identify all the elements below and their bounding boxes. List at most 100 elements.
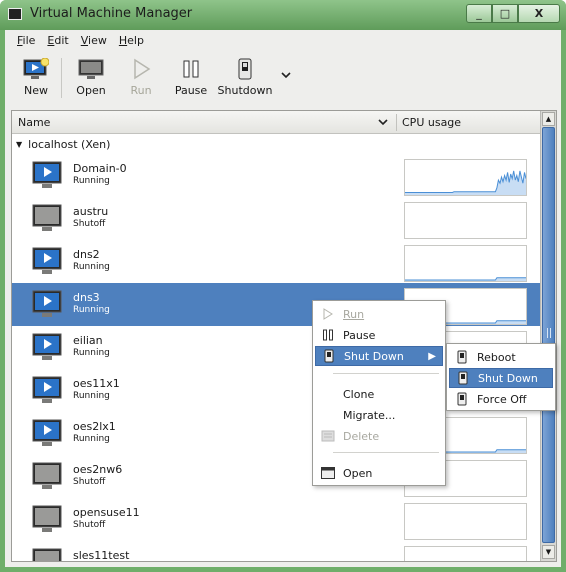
cpu-usage-graph [404,503,527,540]
vm-name: austru [73,205,109,218]
scrollbar-thumb[interactable] [542,127,555,543]
monitor-icon [78,58,104,80]
pause-icon [321,328,335,342]
play-icon [321,307,335,321]
window-title: Virtual Machine Manager [30,6,193,21]
chevron-down-icon [281,72,291,79]
column-header-cpu[interactable]: CPU usage [402,116,461,129]
cpu-usage-graph [404,245,527,282]
list-header: Name CPU usage [12,111,540,134]
cpu-usage-graph [404,202,527,239]
vm-running-icon [32,247,62,275]
vm-state: Shutoff [73,219,106,229]
cpu-usage-graph [404,546,527,561]
pause-button[interactable]: Pause [166,54,216,102]
vm-row[interactable]: Domain-0 Running [12,154,540,197]
menu-help[interactable]: Help [113,30,150,52]
vm-row[interactable]: oes2nw6 Shutoff [12,455,540,498]
vm-state: Shutoff [73,520,106,530]
vm-state: Shutoff [73,477,106,487]
vm-running-icon [32,376,62,404]
open-button[interactable]: Open [66,54,116,102]
vm-state: Running [73,262,110,272]
vm-name: oes11x1 [73,377,120,390]
vm-running-icon [32,161,62,189]
vm-name: eilian [73,334,103,347]
power-icon [455,392,469,406]
vm-running-icon [32,419,62,447]
ctx-delete[interactable]: Delete [315,426,443,446]
vm-running-icon [32,290,62,318]
close-button[interactable]: X [518,4,560,23]
minimize-button[interactable]: _ [466,4,492,23]
vm-running-icon [32,333,62,361]
pause-icon [178,58,204,80]
vm-row[interactable]: dns3 Running [12,283,540,326]
sub-force-off[interactable]: Force Off [449,389,553,409]
sort-chevron-icon[interactable] [377,114,389,133]
power-icon [456,371,470,385]
vm-shutoff-icon [32,548,62,561]
ctx-open[interactable]: Open [315,463,443,483]
new-vm-icon [23,58,49,80]
ctx-shut-down[interactable]: Shut Down ▶ [315,346,443,366]
host-label: localhost (Xen) [28,138,111,151]
vm-row[interactable]: dns2 Running [12,240,540,283]
delete-icon [321,429,335,443]
ctx-migrate[interactable]: Migrate... [315,405,443,425]
vm-row[interactable]: opensuse11 Shutoff [12,498,540,541]
ctx-run[interactable]: Run [315,304,443,324]
menu-edit[interactable]: Edit [41,30,74,52]
vm-name: dns2 [73,248,100,261]
vm-name: oes2lx1 [73,420,116,433]
vm-row[interactable]: oes2lx1 Running [12,412,540,455]
sub-shut-down[interactable]: Shut Down [449,368,553,388]
vm-state: Running [73,434,110,444]
menu-separator [333,373,439,374]
vm-name: oes2nw6 [73,463,123,476]
vm-row[interactable]: austru Shutoff [12,197,540,240]
vm-state: Running [73,176,110,186]
column-header-name[interactable]: Name [18,116,50,129]
vm-row[interactable]: sles11test [12,541,540,561]
expander-icon[interactable]: ▼ [16,140,22,149]
maximize-button[interactable]: □ [492,4,518,23]
window-client: File Edit View Help New Open Run Pause S… [5,30,561,567]
menu-separator [333,452,439,453]
power-icon [455,350,469,364]
vm-list: Name CPU usage ▼ localhost (Xen) Domain-… [11,110,557,562]
vm-name: opensuse11 [73,506,140,519]
column-divider[interactable] [396,114,397,131]
play-icon [128,58,154,80]
grip-icon [547,328,551,338]
menu-file[interactable]: File [11,30,41,52]
host-group-row[interactable]: ▼ localhost (Xen) [12,135,540,154]
shutdown-button[interactable]: Shutdown [216,54,274,102]
submenu-arrow-icon: ▶ [428,350,436,362]
scroll-down-arrow-icon[interactable]: ▼ [542,545,555,559]
vm-shutoff-icon [32,505,62,533]
vm-state: Running [73,348,110,358]
run-button[interactable]: Run [116,54,166,102]
title-bar[interactable]: Virtual Machine Manager _ □ X [0,0,566,30]
application-window: Virtual Machine Manager _ □ X File Edit … [0,0,566,572]
ctx-clone[interactable]: Clone [315,384,443,404]
sub-reboot[interactable]: Reboot [449,347,553,367]
ctx-pause[interactable]: Pause [315,325,443,345]
toolbar-overflow-button[interactable] [274,54,298,102]
scroll-up-arrow-icon[interactable]: ▲ [542,112,555,126]
power-icon [232,58,258,80]
vm-name: dns3 [73,291,100,304]
vm-state: Running [73,305,110,315]
vm-shutoff-icon [32,204,62,232]
vm-state: Running [73,391,110,401]
vm-name: Domain-0 [73,162,127,175]
menu-view[interactable]: View [75,30,113,52]
vm-shutoff-icon [32,462,62,490]
toolbar-separator [61,58,62,98]
new-button[interactable]: New [11,54,61,102]
context-menu: Run Pause Shut Down ▶ Clone Migrate... D… [312,300,446,486]
toolbar: New Open Run Pause Shutdown [5,54,561,102]
open-window-icon [321,466,335,480]
vertical-scrollbar[interactable]: ▲ ▼ [540,111,556,561]
